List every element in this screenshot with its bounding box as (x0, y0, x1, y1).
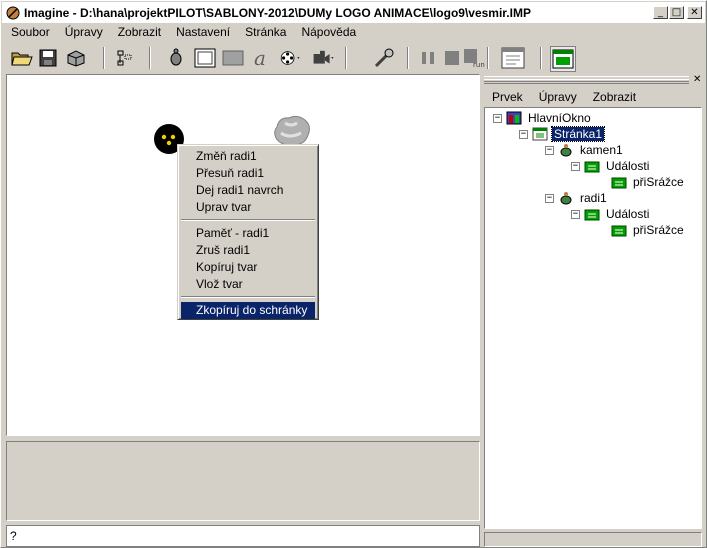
collapse-toggle[interactable]: − (571, 161, 580, 171)
toolbar-separator (103, 47, 105, 69)
menu-stranka[interactable]: Stránka (236, 25, 292, 39)
command-line[interactable]: ? (6, 525, 480, 547)
menu-item-zrus-radi1[interactable]: Zruš radi1 (181, 242, 315, 259)
collapse-toggle[interactable]: − (545, 145, 554, 155)
application-window: Imagine - D:\hana\projektPILOT\SABLONY-2… (0, 0, 707, 548)
maximize-button[interactable]: □ (669, 6, 684, 19)
events-icon (584, 161, 600, 173)
menu-item-vloz-tvar[interactable]: Vlož tvar (181, 276, 315, 293)
toolbar-separator (540, 47, 542, 69)
tree-view-icon[interactable] (113, 46, 137, 70)
menu-nastaveni[interactable]: Nastavení (167, 25, 236, 39)
tree-node-prisrazce[interactable]: přiSrážce (607, 174, 686, 190)
panel-menu-zobrazit[interactable]: Zobrazit (585, 90, 644, 104)
svg-text:a: a (254, 47, 266, 69)
menu-bar: Soubor Úpravy Zobrazit Nastavení Stránka… (2, 23, 705, 41)
tree-node-hlavniokno[interactable]: − HlavníOkno (493, 110, 593, 126)
magic-tool-icon[interactable] (372, 46, 396, 70)
toolbar-separator (407, 47, 409, 69)
page-icon (532, 127, 548, 141)
text-a-icon[interactable]: a (249, 46, 273, 70)
tree-node-stranka1[interactable]: − Stránka1 (519, 126, 606, 142)
panel-grip-line (484, 79, 689, 82)
imagine-app-icon (6, 6, 20, 19)
package-icon[interactable] (64, 46, 88, 70)
gray-rectangle-icon[interactable] (221, 46, 245, 70)
tree-node-kamen1[interactable]: − kamen1 (545, 142, 625, 158)
close-button[interactable]: ✕ (687, 6, 702, 19)
window-icon[interactable] (501, 46, 525, 70)
tree-label: Události (606, 207, 650, 221)
tree-label: Události (606, 159, 650, 173)
menu-zobrazit[interactable]: Zobrazit (109, 25, 167, 39)
toolbar-separator (149, 47, 151, 69)
tree-node-udalosti[interactable]: − Události (571, 158, 651, 174)
menu-item-kopiruj-tvar[interactable]: Kopíruj tvar (181, 259, 315, 276)
save-icon[interactable] (36, 46, 60, 70)
events-icon (584, 209, 600, 221)
menu-upravy[interactable]: Úpravy (56, 25, 109, 39)
menu-item-presun-radi1[interactable]: Přesuň radi1 (181, 165, 315, 182)
collapse-toggle[interactable]: − (571, 209, 580, 219)
tree-label: HlavníOkno (528, 111, 591, 125)
panel-menu-upravy[interactable]: Úpravy (531, 90, 585, 104)
panel-menu-prvek[interactable]: Prvek (484, 90, 531, 104)
tree-label: přiSrážce (633, 175, 684, 189)
panel-close-icon[interactable]: ✕ (693, 74, 701, 85)
film-reel-icon[interactable] (278, 46, 302, 70)
menu-item-zkopiruj-do-schranky[interactable]: Zkopíruj do schránky (181, 302, 315, 319)
title-bar[interactable]: Imagine - D:\hana\projektPILOT\SABLONY-2… (2, 2, 705, 23)
collapse-toggle[interactable]: − (493, 113, 502, 123)
tree-label: přiSrážce (633, 223, 684, 237)
toolbar-separator (487, 47, 489, 69)
toolbar: a run (2, 43, 485, 73)
event-icon (611, 177, 627, 189)
tree-label: Stránka1 (550, 126, 606, 142)
camera-icon[interactable] (312, 46, 336, 70)
menu-item-dej-navrch[interactable]: Dej radi1 navrch (181, 182, 315, 199)
panel-status-bar (484, 532, 702, 547)
stop-icon[interactable] (440, 46, 464, 70)
collapse-toggle[interactable]: − (545, 193, 554, 203)
menu-item-zmen-radi1[interactable]: Změň radi1 (181, 148, 315, 165)
tree-node-radi1[interactable]: − radi1 (545, 190, 609, 206)
svg-text:run: run (473, 61, 485, 68)
run-icon[interactable]: run (462, 46, 486, 70)
pause-icon[interactable] (416, 46, 440, 70)
window-title: Imagine - D:\hana\projektPILOT\SABLONY-2… (24, 5, 531, 20)
open-folder-icon[interactable] (10, 46, 34, 70)
main-window-icon[interactable] (550, 46, 576, 72)
tree-label: radi1 (580, 191, 607, 205)
main-window-icon (506, 111, 522, 125)
frame-icon[interactable] (193, 46, 217, 70)
menu-item-uprav-tvar[interactable]: Uprav tvar (181, 199, 315, 216)
minimize-button[interactable]: _ (653, 6, 668, 19)
menu-separator (181, 219, 315, 221)
turtle-icon[interactable] (164, 46, 188, 70)
tree-node-udalosti[interactable]: − Události (571, 206, 651, 222)
tree-label: kamen1 (580, 143, 623, 157)
menu-separator (181, 296, 315, 298)
output-panel (6, 441, 480, 521)
collapse-toggle[interactable]: − (519, 129, 528, 139)
menu-napoveda[interactable]: Nápověda (292, 25, 362, 39)
toolbar-separator (345, 47, 347, 69)
menu-item-pamet-radi1[interactable]: Paměť - radi1 (181, 225, 315, 242)
context-menu: Změň radi1 Přesuň radi1 Dej radi1 navrch… (177, 144, 319, 320)
turtle-icon (560, 192, 572, 205)
event-icon (611, 225, 627, 237)
turtle-icon (560, 144, 572, 157)
project-panel: ✕ Prvek Úpravy Zobrazit − HlavníOkno − S… (484, 74, 704, 547)
tree-node-prisrazce[interactable]: přiSrážce (607, 222, 686, 238)
menu-soubor[interactable]: Soubor (2, 25, 56, 39)
project-tree[interactable]: − HlavníOkno − Stránka1 − kamen1 − Událo… (484, 107, 702, 529)
panel-menu-bar: Prvek Úpravy Zobrazit (484, 88, 702, 106)
